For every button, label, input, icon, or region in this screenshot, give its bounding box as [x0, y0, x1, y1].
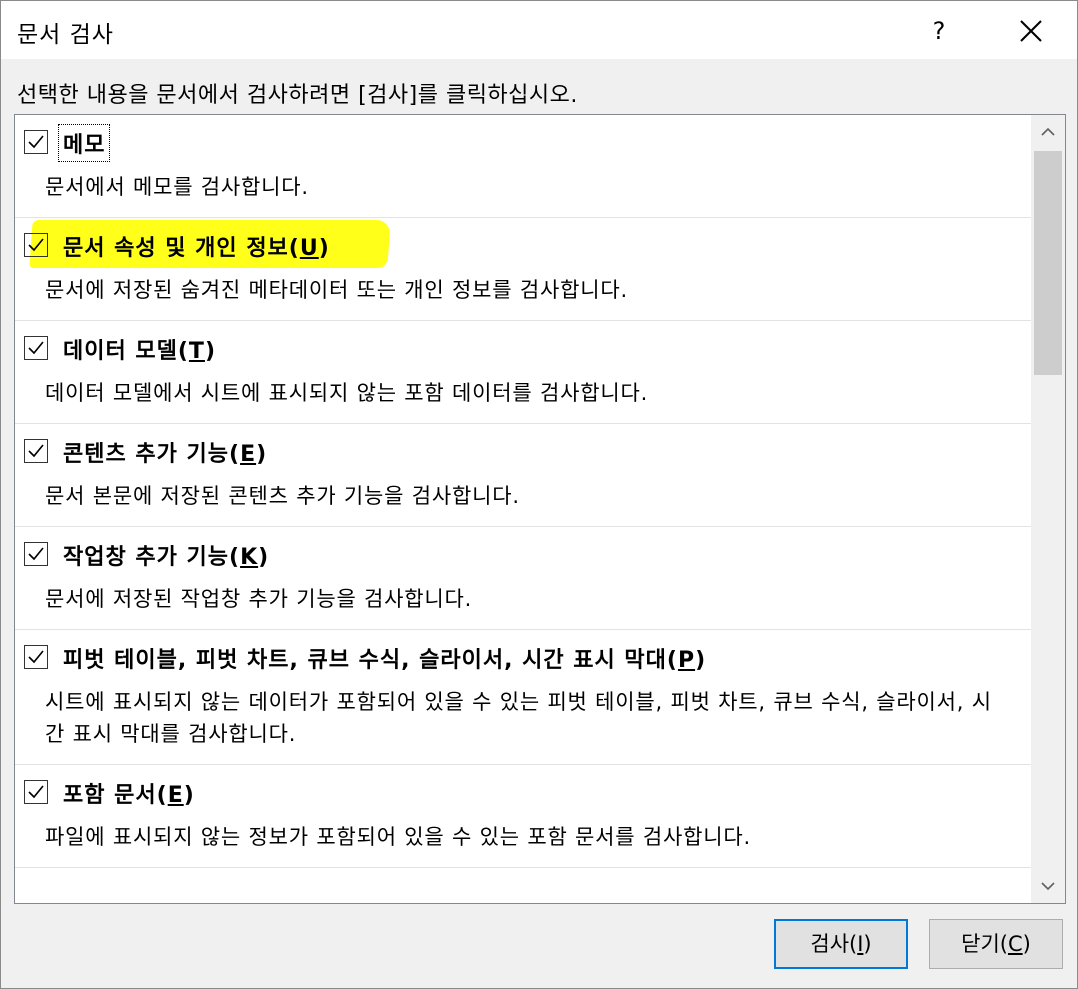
list-item: 메모문서에서 메모를 검사합니다. [15, 115, 1031, 218]
item-header: 피벗 테이블, 피벗 차트, 큐브 수식, 슬라이서, 시간 표시 막대(P) [15, 630, 1031, 686]
item-title-accel: E [167, 783, 184, 808]
item-title-accel: U [299, 236, 319, 261]
chevron-up-icon[interactable] [1031, 115, 1065, 149]
item-title-text: 작업창 추가 기능( [63, 545, 241, 570]
item-title-suffix: ) [318, 236, 330, 261]
item-title-text: 피벗 테이블, 피벗 차트, 큐브 수식, 슬라이서, 시간 표시 막대( [63, 648, 678, 673]
item-title-suffix: ) [695, 648, 707, 673]
checkmark-icon [28, 238, 44, 252]
item-header: 콘텐츠 추가 기능(E) [15, 424, 1031, 480]
inspection-options-list: 메모문서에서 메모를 검사합니다. 문서 속성 및 개인 정보(U) 문서에 저장된… [14, 114, 1066, 904]
title-bar: 문서 검사 ? [1, 1, 1077, 59]
scroll-thumb[interactable] [1034, 151, 1062, 375]
item-description: 데이터 모델에서 시트에 표시되지 않는 포함 데이터를 검사합니다. [45, 381, 649, 405]
item-description: 문서에 저장된 작업창 추가 기능을 검사합니다. [45, 587, 473, 611]
item-title-accel: K [240, 545, 259, 570]
item-title-accel: T [188, 339, 205, 364]
item-title-suffix: ) [204, 339, 216, 364]
item-header: 문서 속성 및 개인 정보(U) [15, 218, 1031, 274]
chevron-down-icon[interactable] [1031, 869, 1065, 903]
item-title[interactable]: 문서 속성 및 개인 정보(U) [63, 230, 330, 262]
close-button-suffix: ) [1022, 932, 1031, 956]
item-description: 시트에 표시되지 않는 데이터가 포함되어 있을 수 있는 피벗 테이블, 피벗… [45, 690, 992, 746]
option-checkbox[interactable] [24, 233, 48, 257]
item-title[interactable]: 작업창 추가 기능(K) [63, 539, 269, 571]
option-checkbox[interactable] [24, 780, 48, 804]
item-title-text: 포함 문서( [63, 783, 168, 808]
close-button-accel: C [1007, 932, 1023, 956]
item-title[interactable]: 콘텐츠 추가 기능(E) [63, 436, 267, 468]
list-item: 데이터 모델(T) 데이터 모델에서 시트에 표시되지 않는 포함 데이터를 검사… [15, 321, 1031, 424]
item-title-suffix: ) [256, 442, 268, 467]
item-title[interactable]: 메모 [57, 124, 111, 162]
close-icon[interactable] [1007, 11, 1053, 51]
item-title-text: 메모 [63, 133, 106, 158]
list-item: 작업창 추가 기능(K) 문서에 저장된 작업창 추가 기능을 검사합니다. [15, 527, 1031, 630]
item-header: 포함 문서(E) [15, 765, 1031, 821]
option-checkbox[interactable] [24, 130, 48, 154]
item-title[interactable]: 데이터 모델(T) [63, 333, 216, 365]
inspect-button[interactable]: 검사(I) [774, 919, 908, 969]
item-header: 메모 [15, 115, 1031, 171]
list-items: 메모문서에서 메모를 검사합니다. 문서 속성 및 개인 정보(U) 문서에 저장된… [15, 115, 1031, 868]
list-item: 문서 속성 및 개인 정보(U) 문서에 저장된 숨겨진 메타데이터 또는 개인 … [15, 218, 1031, 321]
list-item: 콘텐츠 추가 기능(E) 문서 본문에 저장된 콘텐츠 추가 기능을 검사합니다. [15, 424, 1031, 527]
vertical-scrollbar[interactable] [1031, 115, 1065, 903]
item-description: 문서 본문에 저장된 콘텐츠 추가 기능을 검사합니다. [45, 484, 520, 508]
item-title-accel: E [240, 442, 257, 467]
option-checkbox[interactable] [24, 542, 48, 566]
dialog-title: 문서 검사 [17, 22, 114, 48]
item-description: 파일에 표시되지 않는 정보가 포함되어 있을 수 있는 포함 문서를 검사합니… [45, 825, 751, 849]
checkmark-icon [28, 341, 44, 355]
item-title-suffix: ) [258, 545, 270, 570]
help-button[interactable]: ? [919, 11, 959, 51]
item-header: 데이터 모델(T) [15, 321, 1031, 377]
option-checkbox[interactable] [24, 439, 48, 463]
checkmark-icon [28, 444, 44, 458]
item-title-suffix: ) [183, 783, 195, 808]
option-checkbox[interactable] [24, 336, 48, 360]
list-item: 피벗 테이블, 피벗 차트, 큐브 수식, 슬라이서, 시간 표시 막대(P) 시… [15, 630, 1031, 765]
inspect-button-label: 검사( [810, 932, 858, 956]
item-title[interactable]: 피벗 테이블, 피벗 차트, 큐브 수식, 슬라이서, 시간 표시 막대(P) [63, 642, 706, 674]
item-title-text: 문서 속성 및 개인 정보( [63, 236, 300, 261]
item-title-accel: P [677, 648, 696, 673]
item-header: 작업창 추가 기능(K) [15, 527, 1031, 583]
document-inspector-dialog: 문서 검사 ? 선택한 내용을 문서에서 검사하려면 [검사]를 클릭하십시오.… [0, 0, 1078, 989]
close-button[interactable]: 닫기(C) [929, 919, 1063, 969]
checkmark-icon [28, 650, 44, 664]
option-checkbox[interactable] [24, 645, 48, 669]
checkmark-icon [28, 135, 44, 149]
checkmark-icon [28, 547, 44, 561]
item-title-text: 데이터 모델( [63, 339, 189, 364]
item-title-text: 콘텐츠 추가 기능( [63, 442, 241, 467]
instruction-text: 선택한 내용을 문서에서 검사하려면 [검사]를 클릭하십시오. [17, 83, 578, 108]
inspect-button-suffix: ) [863, 932, 872, 956]
item-description: 문서에서 메모를 검사합니다. [45, 175, 309, 199]
checkmark-icon [28, 785, 44, 799]
item-description: 문서에 저장된 숨겨진 메타데이터 또는 개인 정보를 검사합니다. [45, 278, 628, 302]
list-item: 포함 문서(E) 파일에 표시되지 않는 정보가 포함되어 있을 수 있는 포함 … [15, 765, 1031, 868]
item-title[interactable]: 포함 문서(E) [63, 777, 195, 809]
close-button-label: 닫기( [961, 932, 1008, 956]
